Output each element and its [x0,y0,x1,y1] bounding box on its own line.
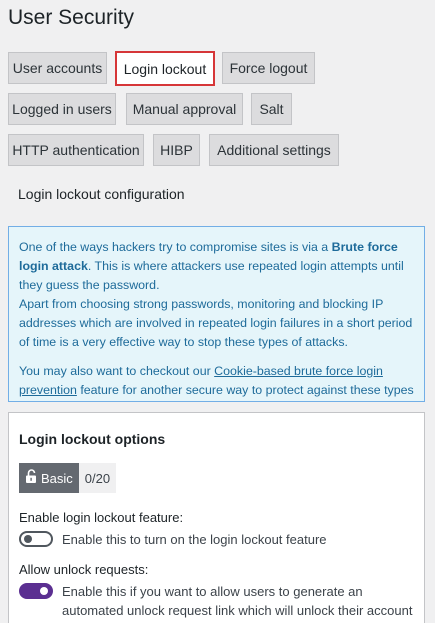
badge-basic-label: Basic [41,470,73,486]
tab-logged-in-users[interactable]: Logged in users [8,93,116,125]
tab-manual-approval[interactable]: Manual approval [126,93,243,125]
tab-user-accounts[interactable]: User accounts [8,52,107,84]
info-paragraph-2: Apart from choosing strong passwords, mo… [19,297,413,349]
enable-lockout-description: Enable this to turn on the login lockout… [62,532,327,547]
enable-lockout-toggle[interactable] [19,531,53,547]
allow-unlock-description: Enable this if you want to allow users t… [62,584,413,618]
tab-http-authentication[interactable]: HTTP authentication [8,134,144,166]
tab-salt[interactable]: Salt [251,93,292,125]
tab-additional-settings[interactable]: Additional settings [209,134,339,166]
enable-lockout-label: Enable login lockout feature: [19,510,184,525]
badge-count: 0/20 [78,463,117,493]
options-title: Login lockout options [19,431,166,447]
feature-level-badge: Basic 0/20 [19,463,117,493]
unlocked-padlock-icon [25,469,38,487]
login-lockout-options-panel: Login lockout options Basic 0/20 Enable … [8,412,425,623]
tab-hibp[interactable]: HIBP [153,134,200,166]
info-box: One of the ways hackers try to compromis… [8,226,425,402]
allow-unlock-toggle[interactable] [19,583,53,599]
tab-login-lockout[interactable]: Login lockout [115,51,215,86]
allow-unlock-label: Allow unlock requests: [19,562,149,577]
section-title: Login lockout configuration [18,186,185,202]
info-paragraph-3: You may also want to checkout our Cookie… [19,364,414,397]
tab-force-logout[interactable]: Force logout [222,52,315,84]
page-title: User Security [8,6,135,29]
info-paragraph-1: One of the ways hackers try to compromis… [19,240,404,292]
